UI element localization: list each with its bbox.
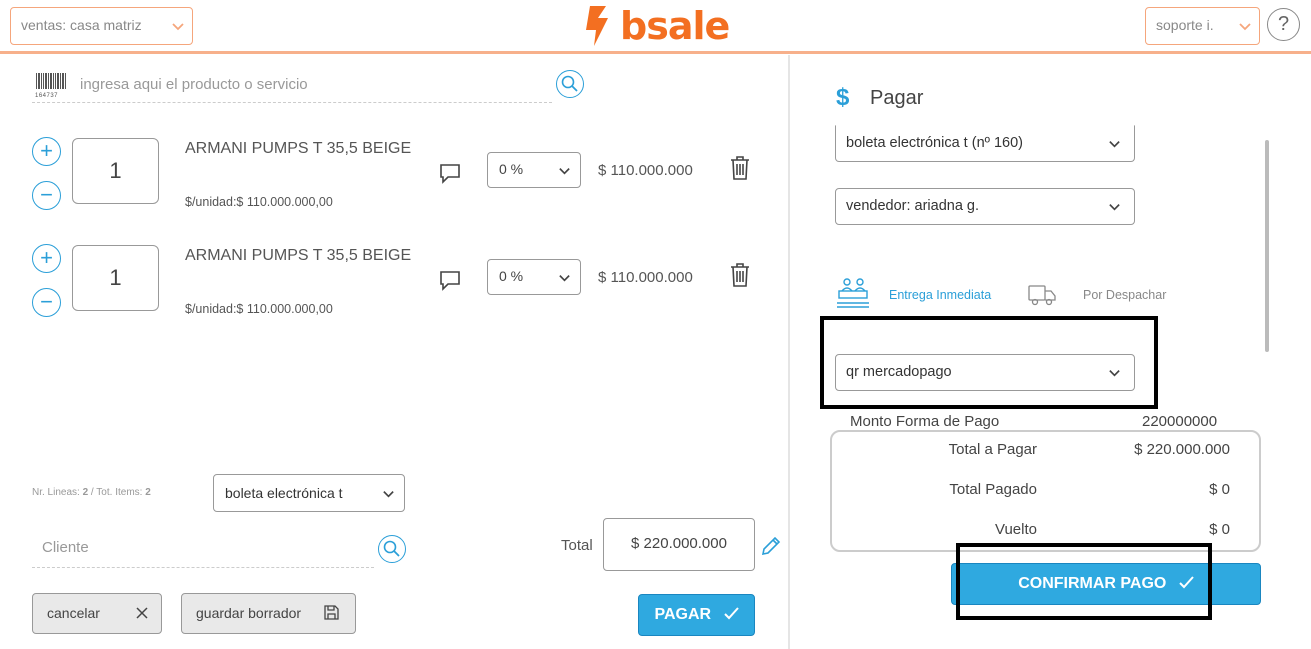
chevron-down-icon [1109, 141, 1120, 148]
product-name: ARMANI PUMPS T 35,5 BEIGE [185, 247, 412, 264]
immediate-delivery-option[interactable]: Entrega Inmediata [889, 288, 991, 302]
scrollbar[interactable] [1265, 140, 1269, 352]
plus-icon: + [40, 138, 53, 163]
client-search-button[interactable] [378, 535, 406, 563]
trash-icon[interactable] [729, 155, 751, 181]
pay-label: PAGAR [654, 606, 712, 623]
save-draft-button[interactable]: guardar borrador [181, 593, 356, 634]
highlight-box-method [820, 316, 1158, 409]
help-button[interactable]: ? [1267, 8, 1300, 41]
seller-select[interactable]: vendedor: ariadna g. [835, 188, 1135, 225]
quantity-field[interactable]: 1 [72, 138, 159, 204]
total-paid-value: $ 0 [1209, 481, 1230, 498]
payment-amount-input[interactable]: 220000000 [1142, 413, 1217, 430]
barcode-icon: 164737 [35, 73, 67, 99]
check-icon [723, 607, 739, 620]
client-input[interactable]: Cliente [42, 539, 89, 556]
payment-amount-label: Monto Forma de Pago [850, 413, 1000, 430]
increase-qty-button[interactable]: + [32, 137, 61, 166]
product-search-button[interactable] [556, 70, 584, 98]
total-to-pay-value: $ 220.000.000 [1134, 441, 1230, 458]
chevron-down-icon [383, 491, 394, 498]
trash-icon[interactable] [729, 262, 751, 288]
chevron-down-icon [1109, 204, 1120, 211]
product-name: ARMANI PUMPS T 35,5 BEIGE [185, 140, 412, 157]
increase-qty-button[interactable]: + [32, 244, 61, 273]
discount-value: 0 % [499, 161, 524, 177]
total-paid-label: Total Pagado [949, 481, 1037, 498]
user-select[interactable]: soporte i. [1145, 7, 1260, 45]
minus-icon: − [40, 182, 53, 207]
total-label: Total [561, 537, 593, 554]
client-underline [32, 567, 374, 568]
decrease-qty-button[interactable]: − [32, 288, 61, 317]
search-underline [32, 102, 552, 103]
discount-select[interactable]: 0 % [487, 259, 581, 295]
payment-summary: Total a Pagar $ 220.000.000 Total Pagado… [830, 430, 1261, 552]
pay-button[interactable]: PAGAR [638, 594, 755, 636]
floppy-disk-icon [324, 605, 339, 620]
top-bar: ventas: casa matriz bsale soporte i. ? [0, 0, 1311, 54]
search-icon [383, 540, 400, 557]
discount-select[interactable]: 0 % [487, 152, 581, 188]
branch-select-value: ventas: casa matriz [21, 17, 142, 33]
minus-icon: − [40, 289, 53, 314]
chevron-down-icon [559, 168, 570, 175]
lines-label: Nr. Lineas: [32, 487, 83, 498]
payment-document-value: boleta electrónica t (nº 160) [846, 135, 1023, 151]
items-label: / Tot. Items: [88, 487, 146, 498]
cancel-label: cancelar [47, 605, 100, 621]
save-draft-label: guardar borrador [196, 605, 302, 621]
close-icon [136, 607, 148, 619]
payment-document-select[interactable]: boleta electrónica t (nº 160) [835, 125, 1135, 162]
cancel-button[interactable]: cancelar [32, 593, 162, 634]
change-label: Vuelto [995, 521, 1037, 538]
branch-select[interactable]: ventas: casa matriz [10, 7, 193, 45]
dispatch-option[interactable]: Por Despachar [1083, 288, 1166, 302]
plus-icon: + [40, 245, 53, 270]
user-select-value: soporte i. [1156, 17, 1214, 33]
seller-value: vendedor: ariadna g. [846, 198, 980, 214]
chevron-down-icon [1239, 23, 1251, 31]
dollar-icon: $ [836, 84, 850, 111]
product-search-input[interactable] [80, 72, 540, 96]
unit-price: $/unidad:$ 110.000.000,00 [185, 302, 333, 316]
immediate-delivery-icon[interactable] [836, 277, 870, 309]
chevron-down-icon [559, 275, 570, 282]
truck-icon[interactable] [1028, 284, 1056, 306]
comment-icon[interactable] [439, 269, 461, 291]
pencil-icon[interactable] [760, 535, 782, 557]
line-price: $ 110.000.000 [598, 269, 693, 286]
document-type-select[interactable]: boleta electrónica t [213, 474, 405, 512]
line-price: $ 110.000.000 [598, 162, 693, 179]
pane-divider [788, 55, 790, 649]
total-value: $ 220.000.000 [603, 518, 755, 571]
payment-title: Pagar [870, 87, 924, 109]
chevron-down-icon [172, 23, 184, 31]
change-value: $ 0 [1209, 521, 1230, 538]
bsale-logo-icon [586, 6, 608, 46]
document-type-value: boleta electrónica t [225, 485, 343, 501]
highlight-box-confirm [956, 543, 1212, 620]
logo-text: bsale [620, 4, 730, 48]
total-to-pay-label: Total a Pagar [948, 441, 1037, 458]
barcode-number: 164737 [35, 93, 59, 99]
bsale-logo[interactable]: bsale [584, 4, 730, 48]
line-count-info: Nr. Lineas: 2 / Tot. Items: 2 [32, 487, 151, 498]
unit-price: $/unidad:$ 110.000.000,00 [185, 195, 333, 209]
quantity-field[interactable]: 1 [72, 245, 159, 311]
comment-icon[interactable] [439, 162, 461, 184]
items-value: 2 [145, 487, 151, 498]
decrease-qty-button[interactable]: − [32, 181, 61, 210]
discount-value: 0 % [499, 268, 524, 284]
search-icon [561, 75, 578, 92]
